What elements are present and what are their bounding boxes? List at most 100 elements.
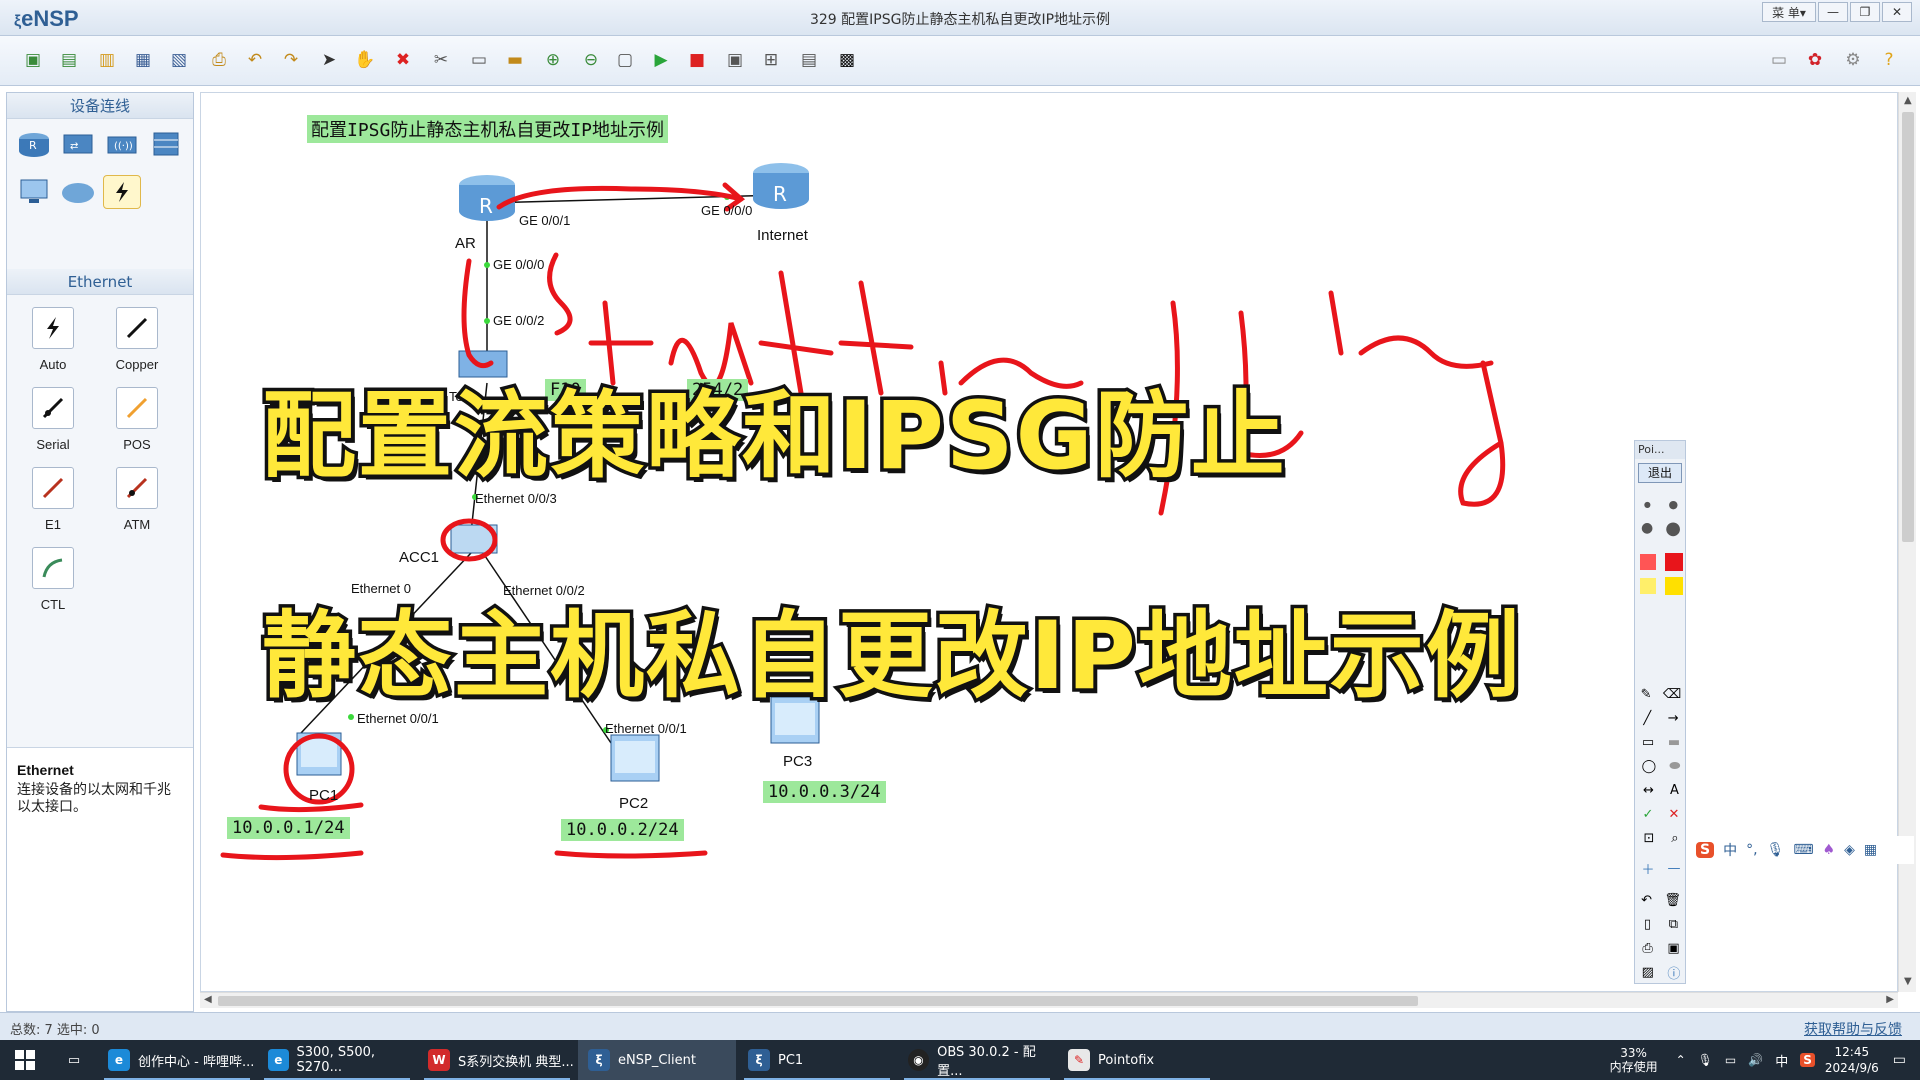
rect-icon[interactable]: ▭: [1642, 735, 1654, 750]
comment-icon[interactable]: ▭: [1766, 47, 1792, 73]
start-icon[interactable]: ▶: [648, 47, 674, 73]
taskbar-item-pc1[interactable]: ξ PC1: [738, 1040, 896, 1080]
cable-auto[interactable]: Auto: [11, 307, 95, 372]
punct-icon[interactable]: °,: [1746, 842, 1757, 858]
taskbar-item-ensp[interactable]: ξ eNSP_Client: [578, 1040, 736, 1080]
ellipse-filled-icon[interactable]: ⬬: [1669, 759, 1680, 774]
horizontal-scroll-thumb[interactable]: [218, 996, 1418, 1006]
skin-icon[interactable]: ♠: [1823, 842, 1836, 858]
delete-icon[interactable]: ✖: [390, 47, 416, 73]
double-arrow-icon[interactable]: ↔: [1643, 783, 1654, 798]
ime-lang[interactable]: 中: [1723, 840, 1737, 860]
cloud-icon[interactable]: [59, 175, 97, 209]
save-pfx-icon[interactable]: ▣: [1667, 941, 1679, 956]
color-yellow-light-icon[interactable]: [1639, 578, 1656, 594]
zoom-in-icon[interactable]: ⊕: [540, 47, 566, 73]
delete-link-icon[interactable]: ✂: [428, 47, 454, 73]
clock[interactable]: 12:45 2024/9/6: [1825, 1044, 1879, 1076]
line-icon[interactable]: ╱: [1643, 711, 1651, 726]
menu-button[interactable]: 菜 单▾: [1762, 2, 1816, 22]
taskbar-item-wps[interactable]: W S系列交换机 典型...: [418, 1040, 576, 1080]
huawei-icon[interactable]: ✿: [1802, 47, 1828, 73]
dot-medium-icon[interactable]: ●: [1669, 498, 1679, 511]
dot-small-icon[interactable]: ●: [1644, 500, 1651, 509]
screenshot-icon[interactable]: ▩: [834, 47, 860, 73]
vertical-scroll-thumb[interactable]: [1902, 112, 1914, 542]
trash-icon[interactable]: 🗑: [1664, 893, 1681, 908]
hand-icon[interactable]: ✋: [352, 47, 378, 73]
mic-icon[interactable]: 🎙: [1767, 842, 1785, 858]
eraser-icon[interactable]: ⌫: [1663, 687, 1681, 702]
sogou-icon[interactable]: S: [1696, 842, 1715, 858]
color-red-light-icon[interactable]: [1639, 554, 1656, 570]
stop-icon[interactable]: ■: [684, 47, 710, 73]
text-tool-icon[interactable]: A: [1670, 783, 1679, 798]
tray-ime-lang[interactable]: 中: [1775, 1051, 1788, 1070]
save-as-icon[interactable]: ▧: [166, 47, 192, 73]
memory-usage[interactable]: 33% 内存使用: [1610, 1046, 1658, 1074]
pointofix-exit-button[interactable]: 退出: [1638, 463, 1682, 483]
cable-e1[interactable]: E1: [11, 467, 95, 532]
text-icon[interactable]: ▭: [466, 47, 492, 73]
cable-ctl[interactable]: CTL: [11, 547, 95, 612]
capture-icon[interactable]: ▣: [722, 47, 748, 73]
cable-pos[interactable]: POS: [95, 387, 179, 452]
router-icon[interactable]: R: [15, 127, 53, 161]
taskbar-item-obs[interactable]: ◉ OBS 30.0.2 - 配置...: [898, 1040, 1056, 1080]
settings-icon[interactable]: ⚙: [1840, 47, 1866, 73]
horizontal-scrollbar[interactable]: ◀ ▶: [200, 992, 1898, 1008]
arrow-line-icon[interactable]: →: [1668, 711, 1679, 726]
print-icon[interactable]: ⎙: [206, 47, 232, 73]
help-icon[interactable]: ?: [1876, 47, 1902, 73]
dot-xlarge-icon[interactable]: ●: [1665, 518, 1681, 539]
wlan-icon[interactable]: ((·)): [103, 127, 141, 161]
check-icon[interactable]: ✓: [1643, 807, 1654, 822]
minimize-button[interactable]: —: [1818, 2, 1848, 22]
switch-icon[interactable]: ⇄: [59, 127, 97, 161]
cable-atm[interactable]: ATM: [95, 467, 179, 532]
microphone-icon[interactable]: 🎙: [1698, 1053, 1713, 1067]
new-page-icon[interactable]: ▯: [1644, 917, 1651, 932]
pen-icon[interactable]: ✎: [1641, 687, 1652, 702]
undo-icon[interactable]: ↶: [242, 47, 268, 73]
start-button[interactable]: [0, 1040, 50, 1080]
firewall-icon[interactable]: [147, 127, 185, 161]
taskbar-item-edge-1[interactable]: e 创作中心 - 哔哩哔...: [98, 1040, 256, 1080]
minus-icon[interactable]: —: [1667, 861, 1680, 876]
magnify-icon[interactable]: ⌕: [1671, 831, 1678, 846]
copy-icon[interactable]: ⧉: [1669, 917, 1678, 932]
sogou-tray-icon[interactable]: S: [1800, 1053, 1815, 1067]
pc-icon[interactable]: [15, 175, 53, 209]
network-icon[interactable]: ▭: [1725, 1053, 1736, 1067]
print-pfx-icon[interactable]: ⎙: [1642, 941, 1652, 956]
new-topology-icon[interactable]: ▣: [20, 47, 46, 73]
color-red-icon[interactable]: [1664, 553, 1683, 571]
apps-icon[interactable]: ▦: [1864, 842, 1877, 858]
undo-pfx-icon[interactable]: ↶: [1641, 893, 1652, 908]
notification-icon[interactable]: ▭: [1893, 1052, 1906, 1068]
keyboard-icon[interactable]: ⌨: [1793, 842, 1813, 858]
palette-icon[interactable]: ▬: [502, 47, 528, 73]
help-feedback-link[interactable]: 获取帮助与反馈: [1804, 1019, 1902, 1039]
ellipse-icon[interactable]: ◯: [1642, 759, 1657, 774]
close-button[interactable]: ✕: [1882, 2, 1912, 22]
chevron-up-icon[interactable]: ⌃: [1676, 1053, 1686, 1067]
volume-icon[interactable]: 🔊: [1748, 1053, 1763, 1067]
taskbar-item-edge-2[interactable]: e S300, S500, S270...: [258, 1040, 416, 1080]
cross-icon[interactable]: ✕: [1669, 807, 1680, 822]
rect-filled-icon[interactable]: ▬: [1668, 735, 1680, 750]
select-icon[interactable]: ➤: [316, 47, 342, 73]
info-icon[interactable]: ⓘ: [1667, 963, 1680, 982]
dot-large-icon[interactable]: ●: [1641, 520, 1653, 536]
task-view-icon[interactable]: ▭: [52, 1040, 96, 1080]
game-icon[interactable]: ◈: [1844, 842, 1855, 858]
zoom-out-icon[interactable]: ⊖: [578, 47, 604, 73]
color-yellow-icon[interactable]: [1664, 577, 1683, 595]
cable-copper[interactable]: Copper: [95, 307, 179, 372]
open-icon[interactable]: ▥: [94, 47, 120, 73]
fit-icon[interactable]: ▢: [612, 47, 638, 73]
new-example-icon[interactable]: ▤: [56, 47, 82, 73]
redo-icon[interactable]: ↷: [278, 47, 304, 73]
cable-serial[interactable]: Serial: [11, 387, 95, 452]
save-icon[interactable]: ▦: [130, 47, 156, 73]
